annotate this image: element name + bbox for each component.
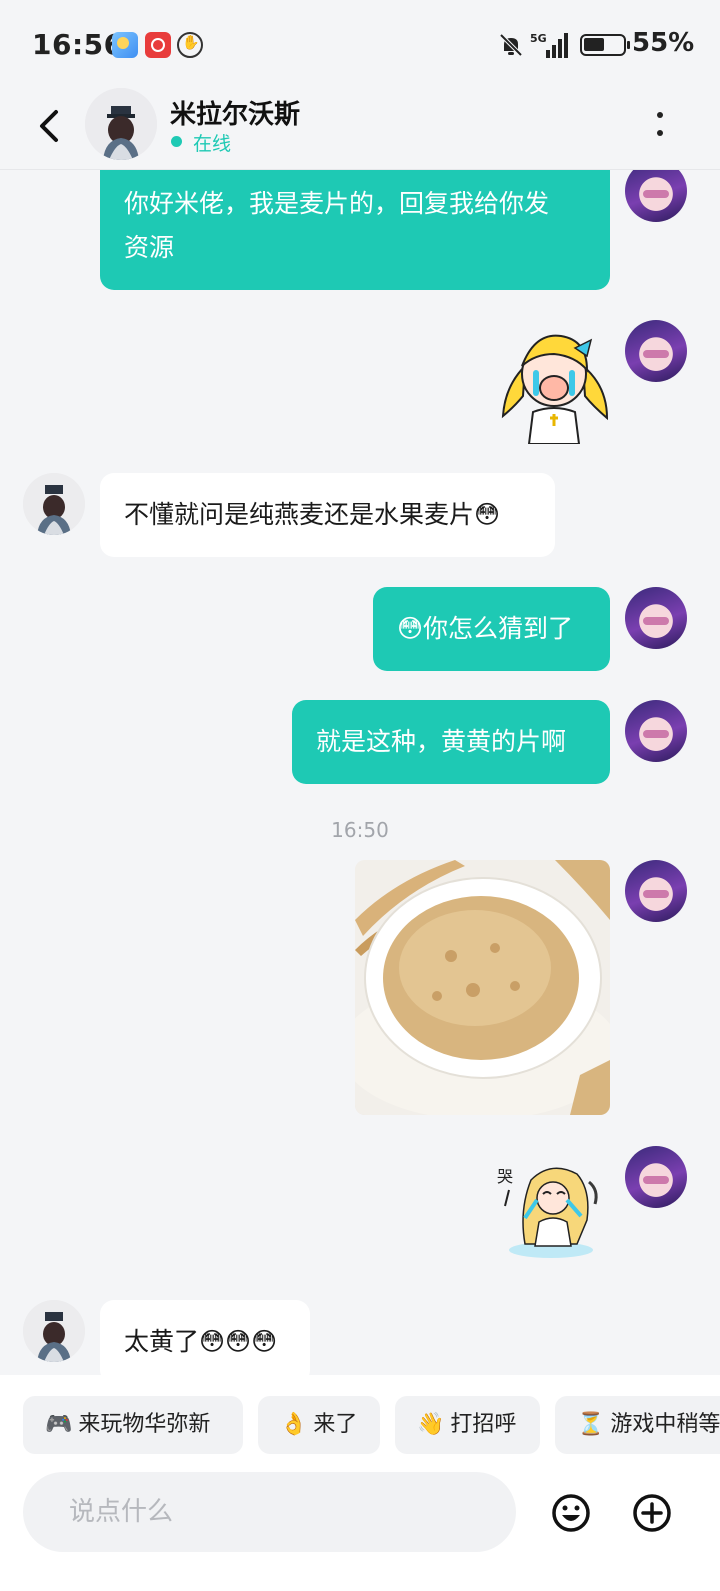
self-avatar[interactable] (625, 700, 687, 762)
battery-icon (580, 34, 630, 56)
battery-percent: 55% (632, 28, 695, 58)
message-text-line: 你好米佬，我是麦片的，回复我给你发 (124, 189, 550, 218)
signal-5g-icon: 5G (530, 32, 568, 58)
hourglass-icon: ⏳ (577, 1412, 605, 1437)
message-text: 😳你怎么猜到了 (397, 614, 574, 643)
message-text-line: 资源 (124, 233, 175, 262)
chat-header: 米拉尔沃斯 在线 (0, 88, 720, 170)
composer-panel: 🎮 来玩物华弥新 👌 来了 👋 打招呼 ⏳ 游戏中稍等 (0, 1375, 720, 1591)
weather-app-icon (112, 32, 138, 58)
contact-avatar[interactable] (85, 88, 157, 160)
ok-hand-icon: 👌 (280, 1412, 308, 1437)
waving-hand-icon: 👋 (417, 1412, 445, 1437)
gamepad-icon: 🎮 (45, 1412, 73, 1437)
quick-reply-chip[interactable]: 👋 打招呼 (395, 1396, 540, 1454)
message-bubble-outgoing[interactable]: 😳你怎么猜到了 (373, 587, 610, 671)
network-label: 5G (530, 32, 547, 45)
mute-bell-icon (499, 33, 523, 57)
crying-girl-sticker[interactable] (495, 326, 613, 444)
chat-message-list[interactable]: 你好米佬，我是麦片的，回复我给你发 资源 不懂就问是纯燕麦还是水果麦片😳 😳你怎… (0, 170, 720, 1375)
self-avatar[interactable] (625, 860, 687, 922)
message-input-box[interactable] (23, 1472, 516, 1552)
gesture-app-icon (177, 32, 203, 58)
time-divider: 16:50 (331, 818, 389, 842)
online-status-text: 在线 (193, 133, 232, 155)
contact-avatar-small[interactable] (23, 473, 85, 535)
status-bar: 16:56 5G 55% (0, 0, 720, 88)
svg-text:哭: 哭 (497, 1167, 513, 1186)
online-status-dot (171, 136, 182, 147)
message-bubble-incoming[interactable]: 不懂就问是纯燕麦还是水果麦片😳 (100, 473, 555, 557)
status-time: 16:56 (32, 28, 124, 61)
self-avatar[interactable] (625, 320, 687, 382)
message-text: 就是这种，黄黄的片啊 (316, 727, 567, 756)
quick-reply-chip[interactable]: ⏳ 游戏中稍等 (555, 1396, 720, 1454)
quick-reply-label: 游戏中稍等 (610, 1412, 720, 1437)
oat-flakes-bowl-photo[interactable] (355, 860, 610, 1115)
quick-reply-chip[interactable]: 🎮 来玩物华弥新 (23, 1396, 243, 1454)
quick-reply-label: 来玩物华弥新 (78, 1412, 211, 1437)
music-app-icon (145, 32, 171, 58)
emoji-picker-icon[interactable] (551, 1493, 591, 1533)
message-input[interactable] (23, 1472, 516, 1552)
message-bubble-incoming[interactable]: 太黄了😳😳😳 (100, 1300, 310, 1375)
message-text: 太黄了😳😳😳 (124, 1327, 278, 1356)
contact-name: 米拉尔沃斯 (170, 100, 301, 130)
message-bubble-outgoing[interactable]: 你好米佬，我是麦片的，回复我给你发 资源 (100, 170, 610, 290)
self-avatar[interactable] (625, 170, 687, 222)
add-attachment-icon[interactable] (632, 1493, 672, 1533)
more-options-icon[interactable] (652, 110, 668, 140)
back-arrow-icon[interactable] (36, 106, 64, 146)
sobbing-girl-sticker[interactable]: 哭 (495, 1160, 607, 1260)
self-avatar[interactable] (625, 1146, 687, 1208)
contact-avatar-small[interactable] (23, 1300, 85, 1362)
quick-reply-chip[interactable]: 👌 来了 (258, 1396, 380, 1454)
quick-reply-label: 打招呼 (450, 1412, 517, 1437)
quick-reply-label: 来了 (313, 1412, 358, 1437)
message-text: 不懂就问是纯燕麦还是水果麦片😳 (124, 500, 501, 529)
self-avatar[interactable] (625, 587, 687, 649)
message-bubble-outgoing[interactable]: 就是这种，黄黄的片啊 (292, 700, 610, 784)
